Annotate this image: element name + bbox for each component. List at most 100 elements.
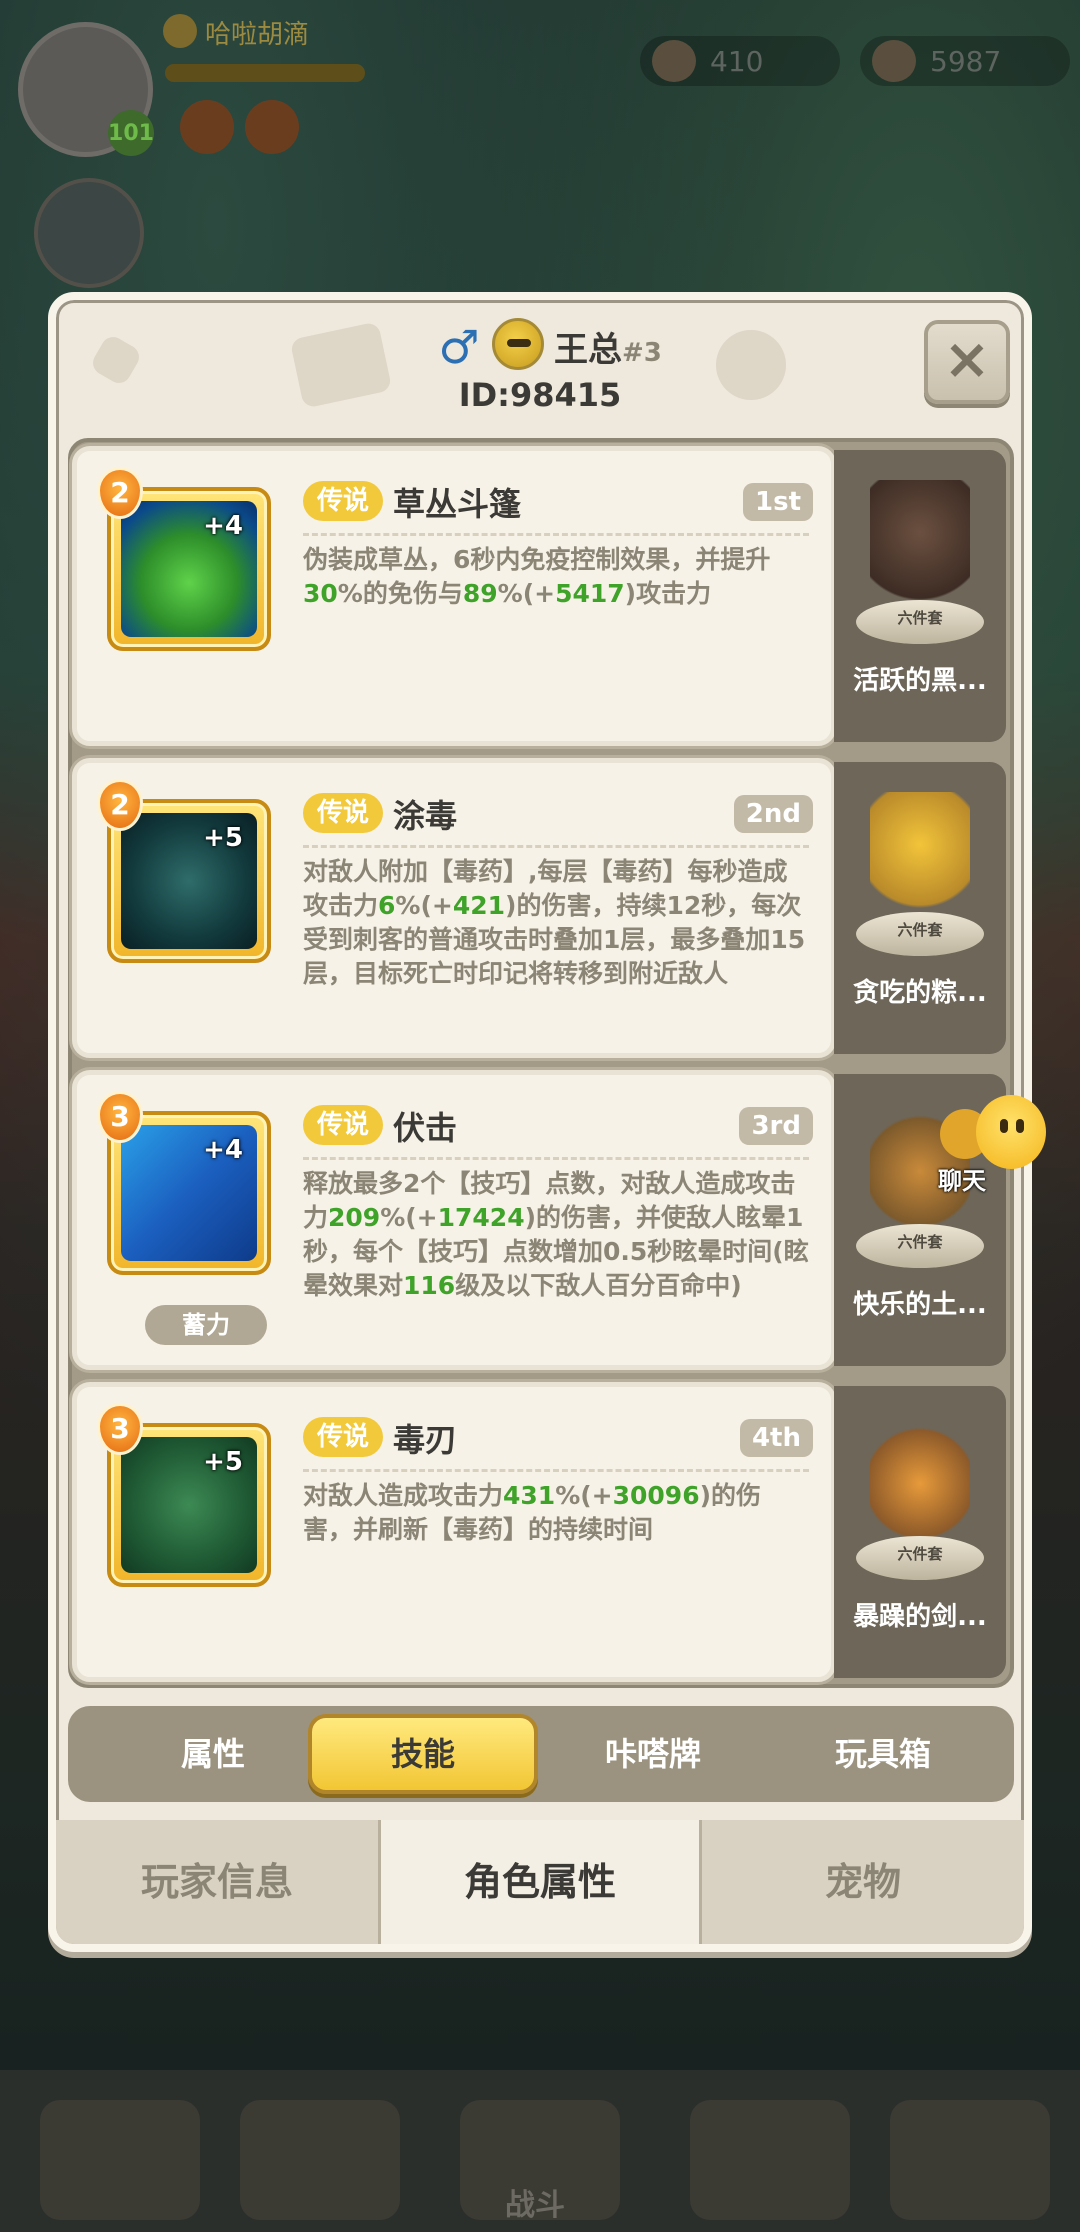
skill-description: 对敌人附加【毒药】,每层【毒药】每秒造成攻击力6%(+421)的伤害，持续12秒… (303, 855, 809, 991)
description-text: %(+ (380, 1203, 438, 1232)
description-text: 对敌人造成攻击力 (303, 1481, 504, 1510)
highlight-value: 30096 (612, 1481, 700, 1510)
gem-icon (872, 40, 916, 82)
chat-face-icon (976, 1095, 1046, 1169)
nav-slot[interactable] (890, 2100, 1050, 2220)
top-hud: 101 哈啦胡滴 410 5987 (0, 0, 1080, 157)
buff-badge-icon[interactable] (180, 100, 234, 154)
outfit-name: 暴躁的剑... (853, 1602, 987, 1632)
skill-card[interactable]: +5 2 传说 涂毒 2nd 对敌人附加【毒药】,每层【毒药】每秒造成攻击力6%(+421… (72, 758, 836, 1058)
chat-button[interactable]: 聊天 (938, 1095, 1050, 1205)
skill-name: 伏击 (393, 1109, 458, 1147)
description-text: %(+ (497, 579, 556, 608)
rarity-badge: 传说 (303, 1417, 384, 1457)
rarity-badge: 传说 (303, 481, 384, 521)
skill-order-badge: 2nd (733, 795, 813, 833)
divider (303, 845, 809, 848)
player-emblem-icon (163, 14, 197, 48)
charge-tag: 蓄力 (145, 1305, 267, 1345)
outfit-set-tag: 六件套 (856, 600, 984, 644)
outfit-set-tag: 六件套 (856, 1224, 984, 1268)
skill-card[interactable]: +4 2 传说 草丛斗篷 1st 伪装成草丛，6秒内免疫控制效果，并提升30%的免伤与89… (72, 446, 836, 746)
tab-cards[interactable]: 咔嗒牌 (538, 1714, 768, 1794)
bottom-tab-pets[interactable]: 宠物 (702, 1820, 1024, 1944)
category-tabs: 属性 技能 咔嗒牌 玩具箱 (68, 1706, 1014, 1802)
rarity-badge: 传说 (303, 793, 384, 833)
player-profile-modal: ♂ 王总#3 ID:98415 × +4 2 传说 草丛斗篷 1st 伪装成草丛，6秒内免… (48, 292, 1032, 1952)
bottom-tabs: 玩家信息 角色属性 宠物 (56, 1820, 1024, 1944)
description-text: %(+ (395, 891, 453, 920)
poison-skull-icon: +5 (121, 1437, 257, 1573)
resource-counter[interactable]: 5987 (860, 36, 1070, 86)
description-text: %(+ (555, 1481, 613, 1510)
highlight-value: 30 (303, 579, 338, 608)
coin-icon (652, 40, 696, 82)
male-icon: ♂ (438, 320, 480, 374)
highlight-value: 5417 (555, 579, 625, 608)
outfit-slot[interactable]: 六件套暴躁的剑... (834, 1386, 1006, 1678)
highlight-value: 17424 (437, 1203, 525, 1232)
side-avatar[interactable] (34, 178, 144, 288)
outfit-name: 快乐的土... (853, 1290, 987, 1320)
divider (303, 533, 809, 536)
player-level-badge: 101 (108, 110, 154, 156)
highlight-value: 421 (452, 891, 506, 920)
profile-name: 王总#3 (554, 322, 662, 371)
skill-name: 涂毒 (393, 797, 458, 835)
skill-description: 对敌人造成攻击力431%(+30096)的伤害，并刷新【毒药】的持续时间 (303, 1479, 809, 1547)
tab-attributes[interactable]: 属性 (98, 1714, 328, 1794)
highlight-value: 116 (403, 1271, 456, 1300)
rarity-badge: 传说 (303, 1105, 384, 1145)
skill-list[interactable]: +4 2 传说 草丛斗篷 1st 伪装成草丛，6秒内免疫控制效果，并提升30%的免伤与89… (68, 438, 1014, 1688)
skill-card[interactable]: +5 3 传说 毒刃 4th 对敌人造成攻击力431%(+30096)的伤害，并刷新【毒药… (72, 1382, 836, 1682)
outfit-set-tag: 六件套 (856, 1536, 984, 1580)
divider (303, 1469, 809, 1472)
skill-description: 释放最多2个【技巧】点数，对敌人造成攻击力209%(+17424)的伤害，并使敌… (303, 1167, 809, 1303)
nav-slot[interactable] (240, 2100, 400, 2220)
profile-id: ID:98415 (458, 376, 622, 414)
skill-plus-level: +5 (203, 1447, 243, 1477)
description-text: 级及以下敌人百分百命中) (455, 1271, 742, 1300)
poison-drop-icon: +5 (121, 813, 257, 949)
outfit-name: 贪吃的粽... (853, 978, 987, 1008)
skill-name: 草丛斗篷 (393, 485, 522, 523)
skill-order-badge: 4th (739, 1419, 813, 1457)
xp-bar (165, 64, 365, 82)
chat-label: 聊天 (938, 1167, 986, 1195)
highlight-value: 89 (462, 579, 498, 608)
nav-slot[interactable] (40, 2100, 200, 2220)
description-text: )攻击力 (624, 579, 712, 608)
highlight-value: 431 (503, 1481, 556, 1510)
nav-slot[interactable] (690, 2100, 850, 2220)
leaf-cloak-icon: +4 (121, 501, 257, 637)
skill-order-badge: 1st (743, 483, 813, 521)
player-name: 哈啦胡滴 (205, 20, 310, 50)
buff-badge-icon[interactable] (245, 100, 299, 154)
tab-toybox[interactable]: 玩具箱 (768, 1714, 998, 1794)
highlight-value: 209 (328, 1203, 381, 1232)
outfit-slot[interactable]: 六件套贪吃的粽... (834, 762, 1006, 1054)
skill-plus-level: +4 (203, 1135, 243, 1165)
battle-label: 战斗 (505, 2188, 565, 2223)
highlight-value: 6 (378, 891, 396, 920)
profile-rank: #3 (622, 338, 662, 368)
profile-name-text: 王总 (554, 330, 622, 370)
skill-name: 毒刃 (393, 1421, 458, 1459)
skill-order-badge: 3rd (739, 1107, 813, 1145)
skill-description: 伪装成草丛，6秒内免疫控制效果，并提升 30%的免伤与89%(+5417)攻击力 (303, 543, 809, 611)
description-text: 伪装成草丛，6秒内免疫控制效果，并提升 (303, 545, 771, 574)
tab-skills[interactable]: 技能 (308, 1714, 538, 1794)
outfit-name: 活跃的黑... (853, 666, 987, 696)
description-text: %的免伤与 (337, 579, 463, 608)
skill-card[interactable]: +4 3 蓄力 传说 伏击 3rd 释放最多2个【技巧】点数，对敌人造成攻击力209%(+1… (72, 1070, 836, 1370)
close-button[interactable]: × (924, 320, 1010, 404)
player-title-avatar-icon (492, 318, 544, 370)
bottom-tab-player-info[interactable]: 玩家信息 (56, 1820, 378, 1944)
outfit-slot[interactable]: 六件套活跃的黑... (834, 450, 1006, 742)
skill-plus-level: +4 (203, 511, 243, 541)
profile-header: ♂ 王总#3 ID:98415 × (56, 300, 1024, 430)
ambush-icon: +4 (121, 1125, 257, 1261)
bottom-tab-character-stats[interactable]: 角色属性 (378, 1820, 702, 1944)
outfit-set-tag: 六件套 (856, 912, 984, 956)
resource-counter[interactable]: 410 (640, 36, 840, 86)
